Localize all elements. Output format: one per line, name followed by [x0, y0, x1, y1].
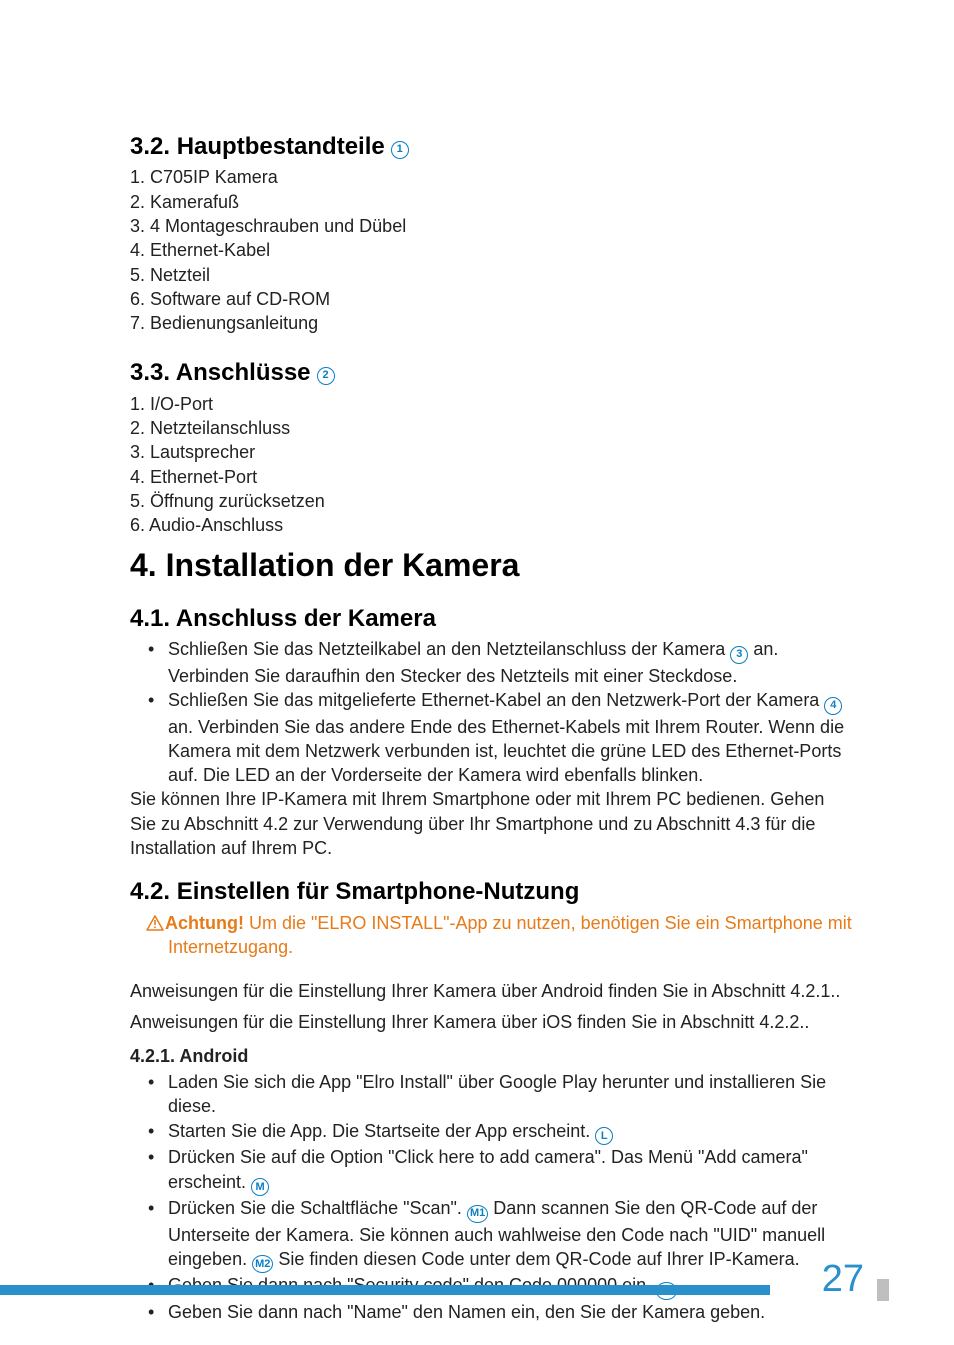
page-number: 27	[812, 1254, 864, 1305]
list-item: 2. Kamerafuß	[130, 190, 854, 214]
list-item: Laden Sie sich die App "Elro Install" üb…	[130, 1070, 854, 1119]
warning-text: Achtung! Um die "ELRO INSTALL"-App zu nu…	[130, 911, 854, 960]
ref-icon: L	[595, 1127, 613, 1145]
list-item: 5. Netzteil	[130, 263, 854, 287]
ref-icon: 4	[824, 697, 842, 715]
list-item: Geben Sie dann nach "Name" den Namen ein…	[130, 1300, 854, 1324]
list-item: Schließen Sie das mitgelieferte Ethernet…	[130, 688, 854, 787]
list-item: 4. Ethernet-Port	[130, 465, 854, 489]
list-item: 6. Audio-Anschluss	[130, 513, 854, 537]
paragraph: Anweisungen für die Einstellung Ihrer Ka…	[130, 1010, 854, 1034]
list-3-3: 1. I/O-Port 2. Netzteilanschluss 3. Laut…	[130, 392, 854, 538]
list-item: Drücken Sie die Schaltfläche "Scan". M1 …	[130, 1196, 854, 1273]
ref-icon: 3	[730, 646, 748, 664]
list-item: Starten Sie die App. Die Startseite der …	[130, 1119, 854, 1146]
list-item: 6. Software auf CD-ROM	[130, 287, 854, 311]
heading-3-2: 3.2. Hauptbestandteile	[130, 131, 385, 163]
list-item: 1. C705IP Kamera	[130, 165, 854, 189]
paragraph: Anweisungen für die Einstellung Ihrer Ka…	[130, 979, 854, 1003]
list-item: Drücken Sie auf die Option "Click here t…	[130, 1145, 854, 1196]
list-item: 7. Bedienungsanleitung	[130, 311, 854, 335]
ref-icon: 1	[391, 141, 409, 159]
warning-icon	[146, 915, 164, 931]
list-item: 3. Lautsprecher	[130, 440, 854, 464]
heading-4-2-1: 4.2.1. Android	[130, 1044, 854, 1068]
list-item: 3. 4 Montageschrauben und Dübel	[130, 214, 854, 238]
ref-icon: M2	[252, 1255, 273, 1273]
ref-icon: M	[251, 1178, 269, 1196]
list-3-2: 1. C705IP Kamera 2. Kamerafuß 3. 4 Monta…	[130, 165, 854, 335]
list-4-1: Schließen Sie das Netzteilkabel an den N…	[130, 637, 854, 787]
ref-icon: M1	[467, 1205, 488, 1223]
paragraph: Sie können Ihre IP-Kamera mit Ihrem Smar…	[130, 787, 854, 860]
list-item: 4. Ethernet-Kabel	[130, 238, 854, 262]
list-item: 5. Öffnung zurücksetzen	[130, 489, 854, 513]
heading-4: 4. Installation der Kamera	[130, 544, 854, 587]
heading-3-3: 3.3. Anschlüsse	[130, 357, 311, 389]
heading-4-1: 4.1. Anschluss der Kamera	[130, 603, 854, 635]
list-item: 1. I/O-Port	[130, 392, 854, 416]
ref-icon: 2	[317, 367, 335, 385]
list-item: Schließen Sie das Netzteilkabel an den N…	[130, 637, 854, 688]
heading-4-2: 4.2. Einstellen für Smartphone-Nutzung	[130, 876, 854, 908]
list-item: 2. Netzteilanschluss	[130, 416, 854, 440]
